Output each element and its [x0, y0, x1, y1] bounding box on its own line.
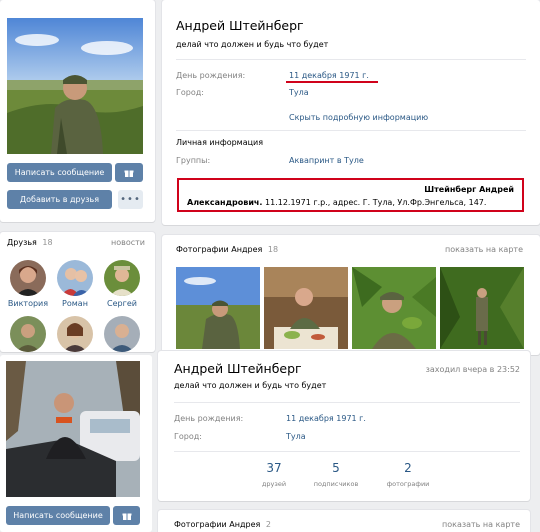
add-friend-button[interactable]: Добавить в друзья — [7, 190, 112, 209]
birthday-label-bottom: День рождения: — [174, 414, 244, 423]
write-message-button-bottom[interactable]: Написать сообщение — [6, 506, 110, 525]
photo-thumb-2[interactable] — [264, 267, 348, 349]
counter-photos-label[interactable]: фотографии — [378, 480, 438, 488]
profile-photo[interactable] — [7, 18, 143, 154]
city-label-bottom: Город: — [174, 432, 202, 441]
city-label: Город: — [176, 88, 204, 97]
note-line2-bold: Александрович. — [187, 198, 263, 207]
photos-title-bottom[interactable]: Фотографии Андрея 2 — [174, 520, 271, 529]
photos-count-bottom: 2 — [265, 520, 271, 529]
birthday-link-bottom[interactable]: 11 декабря 1971 г. — [286, 414, 366, 423]
counter-followers-label[interactable]: подписчиков — [306, 480, 366, 488]
photos-card-bottom: Фотографии Андрея 2 показать на карте — [158, 510, 530, 532]
profile-photo-bottom[interactable] — [6, 361, 140, 497]
page-title: Андрей Штейнберг — [176, 18, 304, 33]
friend-name-roman[interactable]: Роман — [50, 299, 100, 308]
groups-link[interactable]: Аквапринт в Туле — [289, 156, 364, 165]
gift-icon — [122, 513, 131, 520]
birthday-link[interactable]: 11 декабря 1971 г. — [289, 71, 369, 80]
friends-card: Друзья 18 новости Виктория Роман Сергей — [0, 232, 155, 352]
counter-followers-num[interactable]: 5 — [306, 461, 366, 475]
left-profile-card: Написать сообщение Добавить в друзья ••• — [0, 0, 155, 222]
friend-avatar-6[interactable] — [104, 316, 140, 352]
last-seen: заходил вчера в 23:52 — [425, 365, 520, 374]
counter-friends-label[interactable]: друзей — [244, 480, 304, 488]
friend-avatar-4[interactable] — [10, 316, 46, 352]
friends-title[interactable]: Друзья 18 — [7, 238, 53, 247]
profile-status: делай что должен и будь что будет — [176, 40, 329, 49]
show-on-map-link-bottom[interactable]: показать на карте — [442, 520, 520, 529]
friends-news-link[interactable]: новости — [111, 238, 145, 247]
photo-thumb-3[interactable] — [352, 267, 436, 349]
counter-friends-num[interactable]: 37 — [244, 461, 304, 475]
page-title-bottom: Андрей Штейнберг — [174, 361, 302, 376]
birthday-red-underline — [286, 81, 378, 83]
profile-status-bottom: делай что должен и будь что будет — [174, 381, 327, 390]
friend-avatar-viktoria[interactable] — [10, 260, 46, 296]
photo-thumb-4[interactable] — [440, 267, 524, 349]
friend-name-viktoria[interactable]: Виктория — [3, 299, 53, 308]
write-message-label: Написать сообщение — [14, 168, 105, 177]
photos-card-top: Фотографии Андрея 18 показать на карте — [162, 235, 540, 355]
friend-avatar-roman[interactable] — [57, 260, 93, 296]
photo-thumb-1[interactable] — [176, 267, 260, 349]
highlighted-note-box: Штейнберг Андрей Александрович. 11.12.19… — [177, 178, 524, 212]
gift-icon — [124, 170, 134, 177]
note-line2-rest: 11.12.1971 г.р., адрес. Г. Тула, Ул.Фр.Э… — [265, 198, 487, 207]
city-link[interactable]: Тула — [289, 88, 309, 97]
write-message-button[interactable]: Написать сообщение — [7, 163, 112, 182]
more-dots-icon: ••• — [120, 194, 141, 205]
city-link-bottom[interactable]: Тула — [286, 432, 306, 441]
more-actions-button[interactable]: ••• — [118, 190, 143, 209]
photos-count: 18 — [267, 245, 279, 254]
personal-info-header: Личная информация — [176, 138, 264, 147]
toggle-details-link[interactable]: Скрыть подробную информацию — [289, 113, 428, 122]
friend-name-sergey[interactable]: Сергей — [97, 299, 147, 308]
groups-label: Группы: — [176, 156, 211, 165]
friend-avatar-sergey[interactable] — [104, 260, 140, 296]
birthday-label: День рождения: — [176, 71, 246, 80]
profile-info-card-bottom: Андрей Штейнберг заходил вчера в 23:52 д… — [158, 351, 530, 501]
friends-count: 18 — [42, 238, 53, 247]
gift-button[interactable] — [115, 163, 143, 182]
gift-button-bottom[interactable] — [113, 506, 140, 525]
note-line2: Александрович. 11.12.1971 г.р., адрес. Г… — [187, 198, 486, 207]
note-line1: Штейнберг Андрей — [424, 185, 514, 194]
show-on-map-link[interactable]: показать на карте — [445, 245, 523, 254]
left-profile-card-bottom: Написать сообщение — [0, 355, 152, 532]
profile-info-card: Андрей Штейнберг делай что должен и будь… — [162, 0, 540, 225]
add-friend-label: Добавить в друзья — [19, 195, 100, 204]
photos-title[interactable]: Фотографии Андрея 18 — [176, 245, 278, 254]
counter-photos-num[interactable]: 2 — [378, 461, 438, 475]
friend-avatar-5[interactable] — [57, 316, 93, 352]
write-message-label-bottom: Написать сообщение — [13, 511, 103, 520]
